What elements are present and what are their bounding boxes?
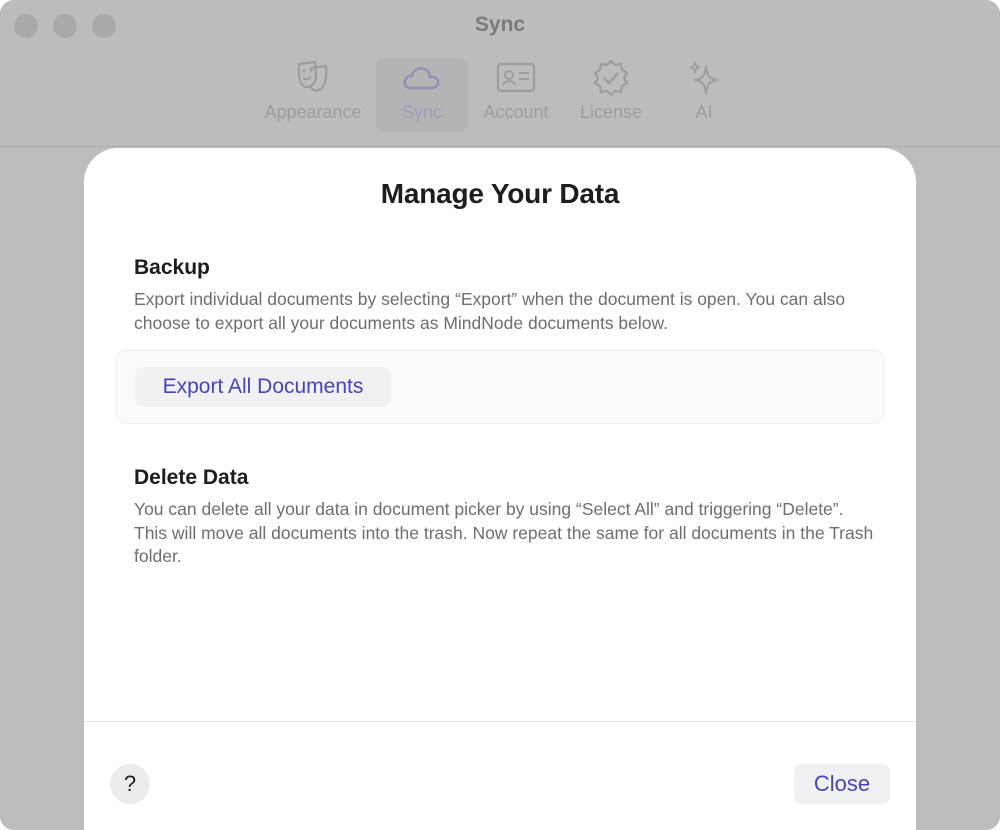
tab-appearance-label: Appearance: [264, 102, 362, 122]
close-button[interactable]: Close: [794, 764, 890, 804]
theater-masks-icon: [297, 60, 328, 92]
id-card-icon: [496, 62, 536, 93]
verified-badge-icon: [593, 59, 629, 97]
tab-license[interactable]: License: [570, 58, 652, 132]
backup-description: Export individual documents by selecting…: [134, 289, 846, 333]
tab-ai-label: AI: [695, 102, 713, 122]
footer-divider: [84, 721, 916, 722]
preferences-window: Sync Appearance Sync Account License AI …: [0, 0, 1000, 830]
cloud-icon: [403, 67, 440, 90]
tab-sync[interactable]: Sync: [376, 58, 468, 132]
window-toolbar: Sync Appearance Sync Account License AI: [0, 0, 1000, 147]
tab-ai[interactable]: AI: [664, 58, 744, 132]
backup-heading: Backup: [134, 256, 210, 279]
sparkles-icon: [689, 61, 719, 95]
delete-data-heading: Delete Data: [134, 466, 249, 489]
tab-license-label: License: [579, 102, 643, 122]
delete-data-description: You can delete all your data in document…: [134, 499, 874, 566]
sheet-title: Manage Your Data: [380, 178, 620, 209]
tab-sync-label: Sync: [401, 102, 443, 122]
help-button[interactable]: ?: [110, 764, 150, 804]
tab-account[interactable]: Account: [474, 58, 558, 132]
export-section-box: Export All Documents: [116, 350, 884, 424]
window-title: Sync: [474, 13, 526, 36]
export-all-documents-button[interactable]: Export All Documents: [135, 367, 391, 407]
tab-account-label: Account: [483, 102, 549, 122]
manage-data-sheet: Manage Your Data Backup Export individua…: [84, 148, 916, 830]
tab-appearance[interactable]: Appearance: [258, 58, 368, 132]
